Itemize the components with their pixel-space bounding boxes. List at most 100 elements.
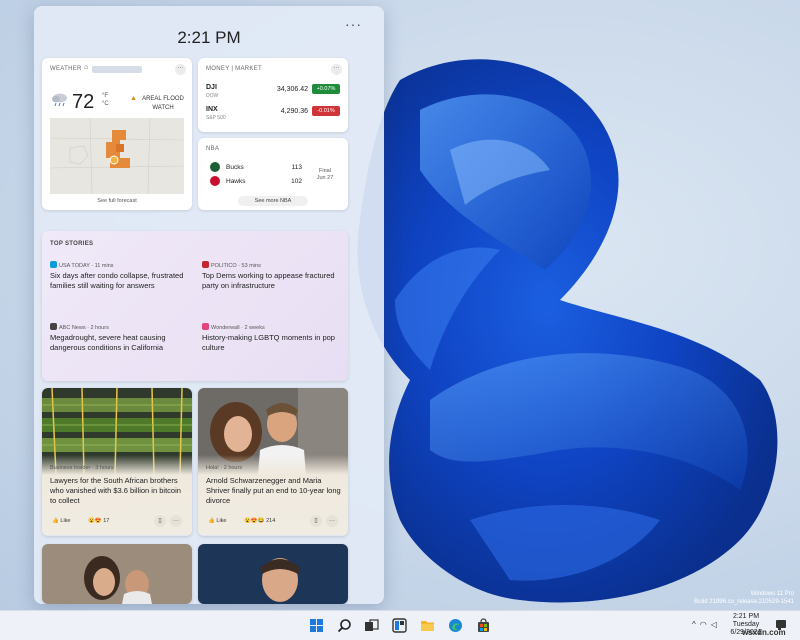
news-tile-image — [198, 544, 348, 604]
weather-more-button[interactable]: ··· — [175, 64, 186, 75]
like-button[interactable]: 👍 Like — [208, 518, 226, 524]
money-more-button[interactable]: ··· — [331, 64, 342, 75]
watermark-edition: Windows 11 Pro — [750, 591, 794, 597]
see-full-forecast-link[interactable]: See full forecast — [42, 198, 192, 204]
warning-icon: ▲ — [130, 95, 137, 102]
money-header: MONEY | MARKET — [206, 66, 262, 72]
tile-source: Business Insider · 3 hours — [50, 465, 114, 471]
story-source-text: Wonderwall · 2 weeks — [211, 325, 265, 331]
save-icon[interactable]: ▯ — [310, 515, 322, 527]
thumbs-up-icon: 👍 — [208, 518, 215, 524]
reactions-count[interactable]: 😮😍 17 — [88, 518, 109, 524]
tile-more-button[interactable]: ··· — [170, 515, 182, 527]
widgets-icon[interactable] — [392, 618, 407, 633]
usa-today-logo-icon — [50, 261, 57, 268]
system-tray[interactable]: ^◠◁ — [692, 620, 721, 629]
weather-alert[interactable]: AREAL FLOOD WATCH — [140, 95, 186, 113]
edge-icon[interactable] — [448, 618, 463, 633]
story-title[interactable]: Six days after condo collapse, frustrate… — [50, 271, 188, 291]
weather-radar-map[interactable] — [50, 118, 184, 194]
news-tile[interactable]: Business Insider · 3 hours Lawyers for t… — [42, 388, 192, 536]
temperature-value: 72 — [72, 91, 95, 113]
top-stories-widget: TOP STORIES USA TODAY · 11 mins Six days… — [42, 231, 348, 381]
tile-source: Hola! · 2 hours — [206, 465, 243, 471]
reactions-count[interactable]: 😮😍😂 214 — [244, 518, 275, 524]
story-source-text: POLITICO · 53 mins — [211, 263, 261, 269]
watermark-build: Build 21996.co_release.210529-1541 — [694, 599, 794, 605]
money-market-widget[interactable]: MONEY | MARKET ··· DJI DOW 34,306.42 +0.… — [198, 58, 348, 132]
team-score: 113 — [291, 164, 302, 171]
weather-widget[interactable]: WEATHER ⌂ ··· 72 °F °C ▲ AREAL FLOOD WAT… — [42, 58, 192, 210]
taskbar-time: 2:21 PM — [732, 613, 760, 620]
panel-clock: 2:21 PM — [177, 28, 241, 47]
tile-more-button[interactable]: ··· — [326, 515, 338, 527]
story-source-text: ABC News · 2 hours — [59, 325, 109, 331]
tile-title[interactable]: Arnold Schwarzenegger and Maria Shriver … — [206, 476, 342, 506]
story-title[interactable]: Megadrought, severe heat causing dangero… — [50, 333, 188, 353]
temperature-units[interactable]: °F °C — [102, 92, 109, 108]
story-title[interactable]: History-making LGBTQ moments in pop cult… — [202, 333, 340, 353]
stock-value: 4,290.36 — [280, 108, 308, 115]
weather-location-redacted — [92, 66, 142, 73]
reaction-count-value: 17 — [103, 518, 110, 524]
thumbs-up-icon: 👍 — [52, 518, 59, 524]
story-source: Wonderwall · 2 weeks — [202, 323, 265, 331]
hawks-logo-icon — [210, 176, 220, 186]
cloud-rain-icon — [52, 93, 67, 107]
weather-header: WEATHER — [50, 66, 82, 72]
reaction-count-value: 214 — [266, 518, 276, 524]
windows-build-watermark: Windows 11 Pro Build 21996.co_release.21… — [694, 590, 794, 606]
story-source: ABC News · 2 hours — [50, 323, 109, 331]
team-name: Bucks — [226, 164, 244, 171]
stock-symbol: DJI — [206, 84, 217, 91]
store-icon[interactable] — [476, 618, 491, 633]
reaction-emojis-icon: 😮😍 — [88, 518, 102, 524]
see-more-nba-button[interactable]: See more NBA — [238, 196, 308, 206]
politico-logo-icon — [202, 261, 209, 268]
game-status-final: Final — [319, 168, 331, 174]
stock-index-name: S&P 500 — [206, 115, 226, 121]
news-tile-image — [42, 544, 192, 604]
unit-celsius[interactable]: °C — [102, 100, 109, 108]
abc-news-logo-icon — [50, 323, 57, 330]
unit-fahrenheit[interactable]: °F — [102, 92, 109, 100]
bucks-logo-icon — [210, 162, 220, 172]
save-icon[interactable]: ▯ — [154, 515, 166, 527]
radar-map-graphic — [50, 118, 184, 194]
nba-header: NBA — [206, 146, 220, 152]
site-logo: wsxdn.com — [742, 628, 786, 637]
wifi-icon[interactable]: ◠ — [700, 620, 711, 629]
like-button[interactable]: 👍 Like — [52, 518, 70, 524]
wonderwall-logo-icon — [202, 323, 209, 330]
panel-more-options-icon[interactable]: ··· — [345, 16, 362, 32]
news-tile[interactable]: Hola! · 2 hours Arnold Schwarzenegger an… — [198, 388, 348, 536]
story-source-text: USA TODAY · 11 mins — [59, 263, 114, 269]
volume-icon[interactable]: ◁ — [711, 620, 721, 629]
stock-value: 34,306.42 — [276, 86, 308, 93]
start-icon[interactable] — [309, 618, 324, 633]
news-tile[interactable] — [42, 544, 192, 604]
news-tile[interactable] — [198, 544, 348, 604]
chevron-up-icon[interactable]: ^ — [692, 620, 700, 629]
team-score: 102 — [291, 178, 302, 185]
team-name: Hawks — [226, 178, 246, 185]
stock-change-badge: +0.07% — [312, 84, 340, 94]
home-icon: ⌂ — [84, 64, 89, 71]
search-icon[interactable] — [337, 618, 352, 633]
stock-symbol: INX — [206, 106, 218, 113]
stock-change-badge: -0.01% — [312, 106, 340, 116]
top-stories-header: TOP STORIES — [50, 241, 94, 247]
task-view-icon[interactable] — [364, 618, 379, 633]
like-label: Like — [216, 518, 227, 524]
story-source: POLITICO · 53 mins — [202, 261, 261, 269]
story-title[interactable]: Top Dems working to appease fractured pa… — [202, 271, 340, 291]
widgets-panel: 2:21 PM ··· WEATHER ⌂ ··· 72 °F °C ▲ ARE… — [34, 6, 384, 604]
game-status-date: Jun 27 — [316, 175, 334, 181]
like-label: Like — [60, 518, 71, 524]
tile-title[interactable]: Lawyers for the South African brothers w… — [50, 476, 186, 506]
file-explorer-icon[interactable] — [420, 618, 435, 633]
reaction-emojis-icon: 😮😍😂 — [244, 518, 265, 524]
nba-widget[interactable]: NBA Bucks 113 Hawks 102 Final Jun 27 See… — [198, 138, 348, 210]
story-source: USA TODAY · 11 mins — [50, 261, 114, 269]
game-status: Final Jun 27 — [310, 168, 340, 182]
